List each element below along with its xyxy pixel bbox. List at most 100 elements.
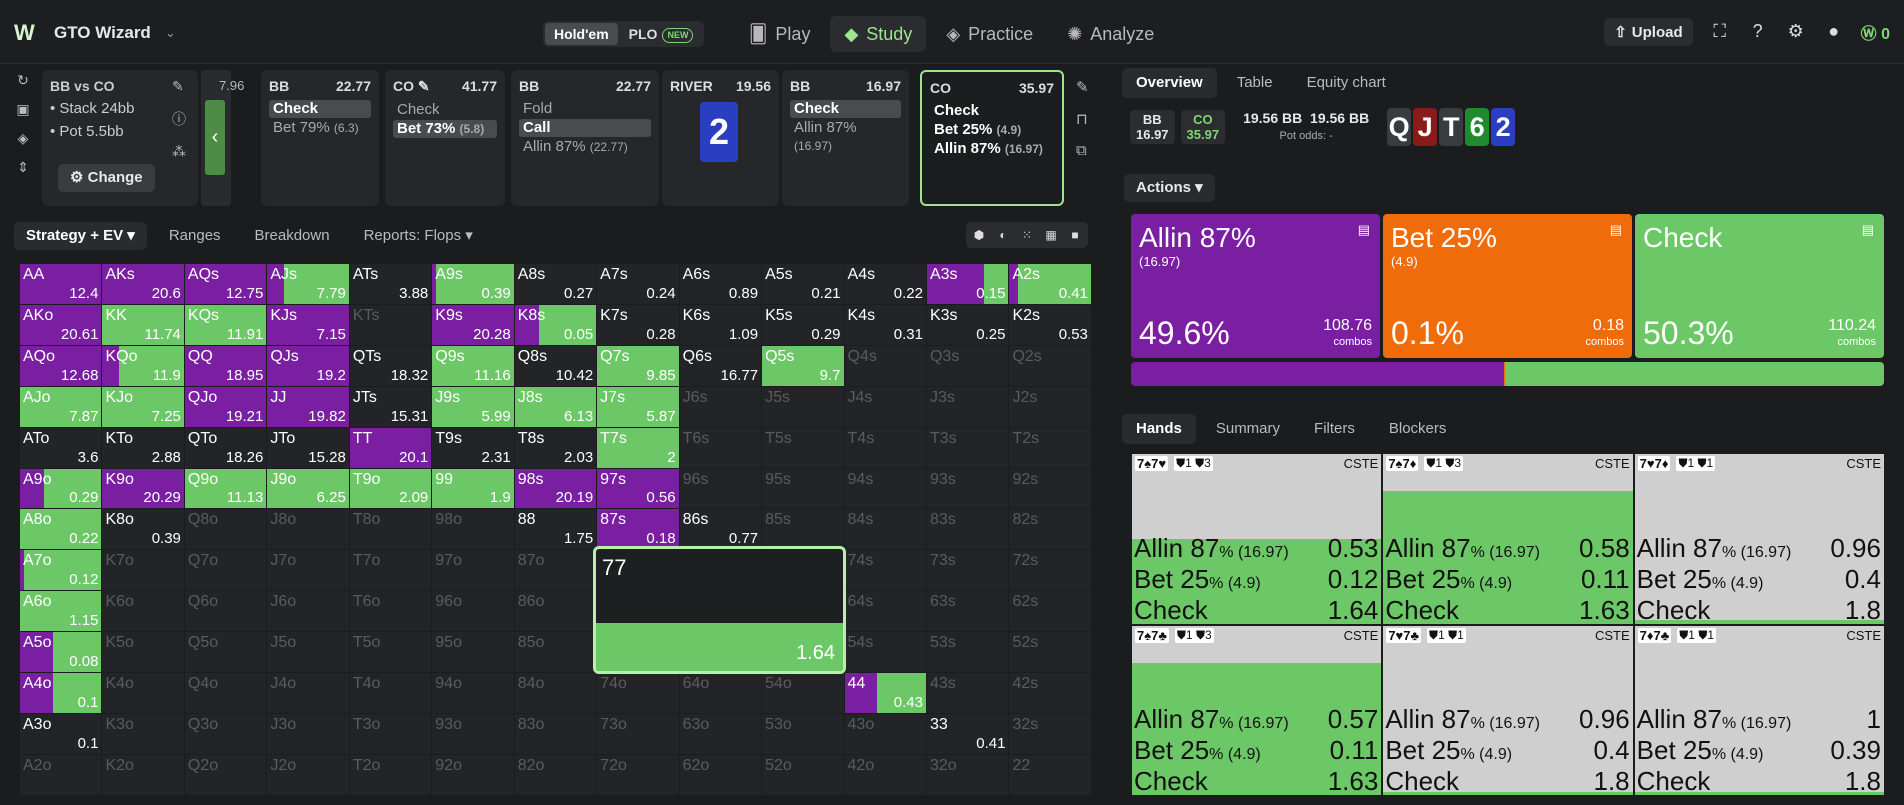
nodes-icon[interactable]: ⁂	[172, 143, 186, 160]
hand-cell[interactable]: K6s 1.09	[679, 304, 763, 346]
hand-cell[interactable]: 53s	[926, 632, 1010, 674]
notes-icon[interactable]: ▤	[1862, 222, 1874, 238]
hand-cell[interactable]: K4o	[102, 673, 185, 714]
hand-cell[interactable]: K9s 20.28	[432, 304, 515, 346]
notes-icon[interactable]: ▤	[1610, 222, 1622, 238]
action-option[interactable]: Bet 73% (5.8)	[393, 120, 497, 138]
variant-plo[interactable]: PLO NEW	[620, 23, 703, 45]
hand-cell[interactable]: 43s	[926, 673, 1010, 714]
hand-cell[interactable]: QJo 19.21	[184, 386, 268, 428]
nav-practice[interactable]: ◈ Practice	[932, 16, 1047, 52]
hand-cell[interactable]: 97s 0.56	[597, 468, 680, 510]
nav-study[interactable]: ◆ Study	[830, 16, 927, 52]
hand-tab[interactable]: Filters	[1300, 414, 1369, 444]
hand-cell[interactable]: 52o	[762, 754, 845, 796]
hand-cell[interactable]: 94s	[844, 468, 927, 510]
hand-cell[interactable]: A7o 0.12	[20, 550, 103, 592]
action-option[interactable]: Check	[269, 100, 371, 118]
hand-cell[interactable]: T9s 2.31	[432, 427, 515, 469]
river-card[interactable]: RIVER 19.56 2	[662, 70, 779, 206]
hand-cell[interactable]: 84o	[514, 673, 598, 714]
hand-cell[interactable]: J8o	[267, 509, 350, 551]
hand-cell[interactable]: Q3s	[926, 345, 1010, 387]
hand-cell[interactable]: 88 1.75	[514, 509, 598, 551]
hand-cell[interactable]: K9o 20.29	[102, 468, 185, 510]
hand-cell[interactable]: AKo 20.61	[20, 304, 103, 346]
variant-holdem[interactable]: Hold'em	[545, 23, 618, 45]
hand-cell[interactable]: 95o	[432, 632, 515, 674]
hand-cell[interactable]: 42s	[1009, 673, 1092, 714]
hand-cell[interactable]: Q9o 11.13	[184, 468, 268, 510]
hand-cell[interactable]: 96s	[679, 468, 763, 510]
grid-icon[interactable]: ▦	[1040, 224, 1062, 246]
hand-cell[interactable]: Q7o	[184, 550, 268, 592]
hand-cell[interactable]: 82o	[514, 754, 598, 796]
user-icon[interactable]: ●	[1823, 21, 1845, 43]
hand-cell[interactable]: Q4o	[184, 673, 268, 714]
hand-cell[interactable]: 92o	[432, 754, 515, 796]
hand-cell[interactable]: K6o	[102, 591, 185, 633]
action-option[interactable]: Allin 87% (16.97)	[930, 140, 1054, 158]
combo-cell[interactable]: 7♠7♣ ⛊1 ⛊3 CSTE Allin 87% (16.97) 0.57 Bet 25…	[1132, 625, 1382, 795]
hand-cell[interactable]: J7o	[267, 550, 350, 592]
hand-cell[interactable]: 63s	[926, 591, 1010, 633]
gamepad-icon[interactable]: ◈	[10, 130, 36, 147]
right-tab[interactable]: Equity chart	[1293, 68, 1400, 98]
view-tab[interactable]: Breakdown	[243, 222, 342, 250]
hand-cell[interactable]: Q6s 16.77	[679, 345, 763, 387]
hand-cell[interactable]: J6o	[267, 591, 350, 633]
hand-cell[interactable]: K7s 0.28	[597, 304, 680, 346]
hand-cell[interactable]: J3s	[926, 386, 1010, 428]
hand-cell[interactable]: JJ 19.82	[267, 386, 350, 428]
hand-cell[interactable]: QTs 18.32	[349, 345, 433, 387]
hand-cell[interactable]: T4s	[844, 427, 927, 469]
back-arrow-icon[interactable]: ‹	[205, 100, 225, 175]
hand-cell[interactable]: KTo 2.88	[102, 427, 185, 469]
hand-cell[interactable]: Q5o	[184, 632, 268, 674]
hand-cell[interactable]: KK 11.74	[102, 304, 185, 346]
upload-button[interactable]: ⇧ Upload	[1604, 18, 1693, 46]
hand-cell[interactable]: AQo 12.68	[20, 345, 103, 387]
action-card[interactable]: CO 35.97 Check Bet 25% (4.9) Allin 87% (16.9…	[920, 70, 1064, 206]
hand-cell[interactable]: 62o	[679, 754, 763, 796]
hand-cell[interactable]: Q7s 9.85	[597, 345, 680, 387]
hand-cell[interactable]: Q8o	[184, 509, 268, 551]
combo-cell[interactable]: 7♠7♦ ⛊1 ⛊3 CSTE Allin 87% (16.97) 0.58 Bet 25…	[1383, 454, 1633, 624]
reset-icon[interactable]: ↻	[10, 72, 36, 89]
hand-cell[interactable]: A6o 1.15	[20, 591, 103, 633]
action-option[interactable]: Bet 79% (6.3)	[269, 119, 371, 137]
hand-cell[interactable]: 98o	[432, 509, 515, 551]
hand-cell[interactable]: Q2o	[184, 754, 268, 796]
combo-cell[interactable]: 7♥7♦ ⛊1 ⛊1 CSTE Allin 87% (16.97) 0.96 Bet 25…	[1634, 454, 1884, 624]
hand-cell[interactable]: 85o	[514, 632, 598, 674]
hand-cell[interactable]: AA 12.4	[20, 264, 103, 305]
hand-cell[interactable]: ATs 3.88	[349, 264, 433, 305]
action-card[interactable]: BB 22.77 Fold Call Allin 87% (22.77)	[511, 70, 659, 206]
hand-cell[interactable]: K5o	[102, 632, 185, 674]
hand-cell[interactable]: A8s 0.27	[514, 264, 598, 305]
hand-cell[interactable]: A2s 0.41	[1009, 264, 1092, 305]
hand-cell[interactable]: ATo 3.6	[20, 427, 103, 469]
hand-cell[interactable]: A2o	[20, 754, 103, 796]
hand-cell[interactable]: T3s	[926, 427, 1010, 469]
right-tab[interactable]: Table	[1223, 68, 1287, 98]
hand-cell[interactable]: J7s 5.87	[597, 386, 680, 428]
hand-cell[interactable]: T3o	[349, 713, 433, 755]
hand-cell[interactable]: AKs 20.6	[102, 264, 185, 305]
square-icon[interactable]: ■	[1064, 224, 1086, 246]
hand-cell[interactable]: K8o 0.39	[102, 509, 185, 551]
hand-cell[interactable]: J8s 6.13	[514, 386, 598, 428]
hand-cell[interactable]: 73s	[926, 550, 1010, 592]
view-tab[interactable]: Reports: Flops ▾	[352, 222, 485, 250]
hand-cell[interactable]: 85s	[762, 509, 845, 551]
hand-cell[interactable]: 93o	[432, 713, 515, 755]
hand-cell[interactable]: 99 1.9	[432, 468, 515, 510]
hand-cell[interactable]: 96o	[432, 591, 515, 633]
hand-cell[interactable]: A4o 0.1	[20, 673, 103, 714]
gear-icon[interactable]: ⚙	[1785, 21, 1807, 43]
hand-tab[interactable]: Hands	[1122, 414, 1196, 444]
hand-cell[interactable]: J3o	[267, 713, 350, 755]
hand-cell[interactable]: A6s 0.89	[679, 264, 763, 305]
hand-cell[interactable]: 86o	[514, 591, 598, 633]
hand-cell[interactable]: K8s 0.05	[514, 304, 598, 346]
